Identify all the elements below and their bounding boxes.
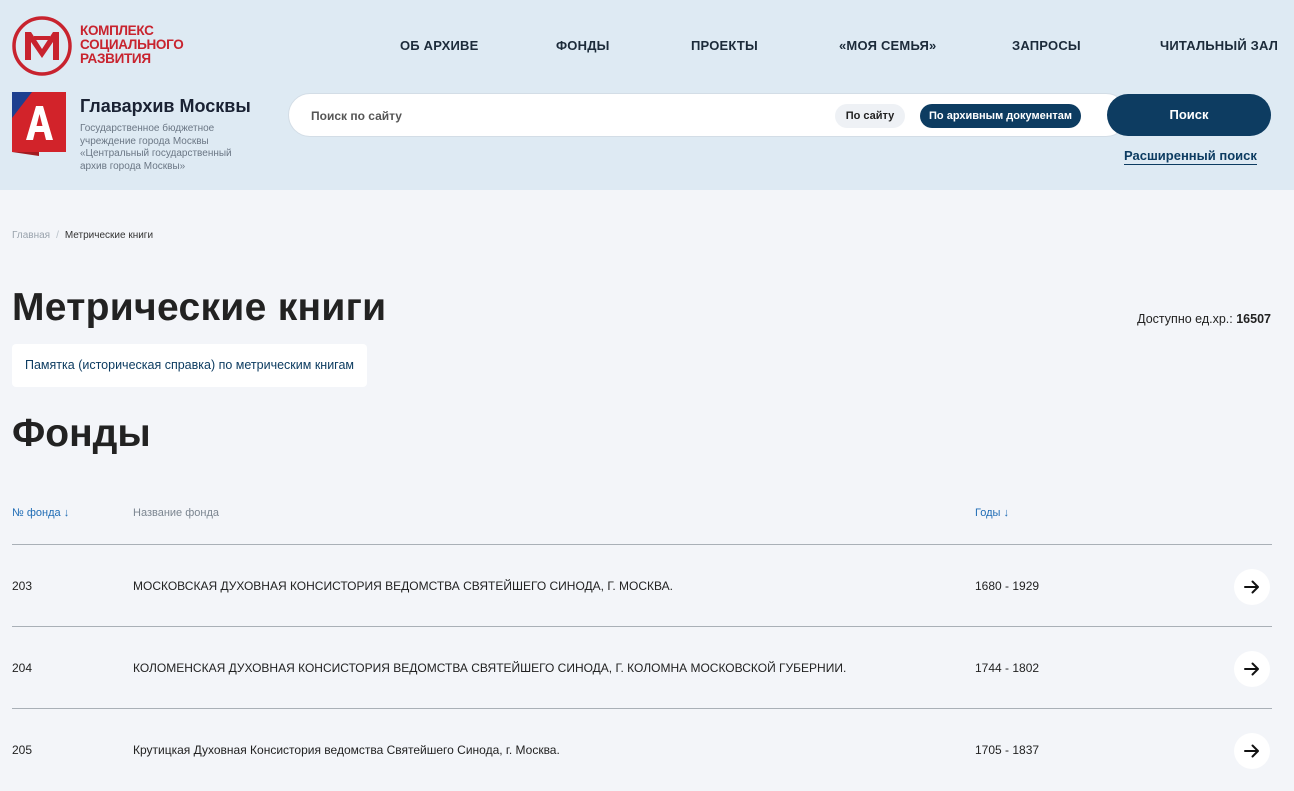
fund-years: 1705 - 1837 — [975, 743, 1040, 757]
arrow-right-icon — [1244, 580, 1259, 594]
nav-item-my-family[interactable]: «МОЯ СЕМЬЯ» — [839, 38, 936, 53]
fund-number: 203 — [12, 579, 33, 593]
site-header: КОМПЛЕКС СОЦИАЛЬНОГО РАЗВИТИЯ ОБ АРХИВЕ … — [0, 0, 1294, 190]
available-units-label: Доступно ед.хр.: — [1137, 312, 1233, 326]
breadcrumb-separator: / — [56, 230, 59, 241]
section-title-funds: Фонды — [12, 412, 151, 455]
fund-number: 205 — [12, 743, 33, 757]
fund-years: 1680 - 1929 — [975, 579, 1040, 593]
complex-logo-line: КОМПЛЕКС — [80, 23, 154, 38]
fund-years: 1744 - 1802 — [975, 661, 1040, 675]
table-row: 203 МОСКОВСКАЯ ДУХОВНАЯ КОНСИСТОРИЯ ВЕДО… — [12, 545, 1272, 627]
column-header-fund-name: Название фонда — [133, 507, 219, 519]
breadcrumb: Главная / Метрические книги — [12, 230, 153, 241]
complex-social-development-logo-icon[interactable] — [12, 16, 72, 76]
search-button[interactable]: Поиск — [1107, 94, 1271, 136]
available-units: Доступно ед.хр.: 16507 — [1137, 312, 1271, 326]
nav-item-reading-room[interactable]: ЧИТАЛЬНЫЙ ЗАЛ — [1160, 38, 1278, 53]
page-title: Метрические книги — [12, 286, 387, 329]
nav-item-about[interactable]: ОБ АРХИВЕ — [400, 38, 479, 53]
search-input[interactable] — [309, 102, 813, 130]
glavarchiv-logo-icon[interactable] — [12, 92, 66, 156]
arrow-right-icon — [1244, 662, 1259, 676]
nav-item-projects[interactable]: ПРОЕКТЫ — [691, 38, 758, 53]
advanced-search-link[interactable]: Расширенный поиск — [1124, 148, 1257, 165]
complex-logo-line: РАЗВИТИЯ — [80, 51, 151, 66]
memo-link-button[interactable]: Памятка (историческая справка) по метрич… — [12, 344, 368, 387]
open-fund-button[interactable] — [1234, 569, 1270, 605]
available-units-count: 16507 — [1236, 312, 1271, 326]
column-header-fund-number[interactable]: № фонда ↓ — [12, 507, 69, 519]
archive-description: Государственное бюджетное учреждение гор… — [80, 123, 232, 172]
fund-name[interactable]: КОЛОМЕНСКАЯ ДУХОВНАЯ КОНСИСТОРИЯ ВЕДОМСТ… — [133, 661, 846, 675]
search-scope-site-chip[interactable]: По сайту — [835, 104, 905, 128]
open-fund-button[interactable] — [1234, 733, 1270, 769]
search-box: По сайту По архивным документам — [288, 93, 1128, 137]
breadcrumb-home-link[interactable]: Главная — [12, 230, 50, 241]
search-scope-docs-chip[interactable]: По архивным документам — [920, 104, 1081, 128]
nav-item-requests[interactable]: ЗАПРОСЫ — [1012, 38, 1081, 53]
table-row: 204 КОЛОМЕНСКАЯ ДУХОВНАЯ КОНСИСТОРИЯ ВЕД… — [12, 627, 1272, 709]
complex-logo-text[interactable]: КОМПЛЕКС СОЦИАЛЬНОГО РАЗВИТИЯ — [80, 24, 190, 66]
nav-item-funds[interactable]: ФОНДЫ — [556, 38, 610, 53]
arrow-right-icon — [1244, 744, 1259, 758]
open-fund-button[interactable] — [1234, 651, 1270, 687]
fund-number: 204 — [12, 661, 33, 675]
column-header-years[interactable]: Годы ↓ — [975, 507, 1009, 519]
complex-logo-line: СОЦИАЛЬНОГО — [80, 37, 184, 52]
fund-name[interactable]: МОСКОВСКАЯ ДУХОВНАЯ КОНСИСТОРИЯ ВЕДОМСТВ… — [133, 579, 673, 593]
archive-name[interactable]: Главархив Москвы — [80, 96, 251, 117]
fund-name[interactable]: Крутицкая Духовная Консистория ведомства… — [133, 743, 560, 757]
breadcrumb-current: Метрические книги — [64, 230, 154, 241]
